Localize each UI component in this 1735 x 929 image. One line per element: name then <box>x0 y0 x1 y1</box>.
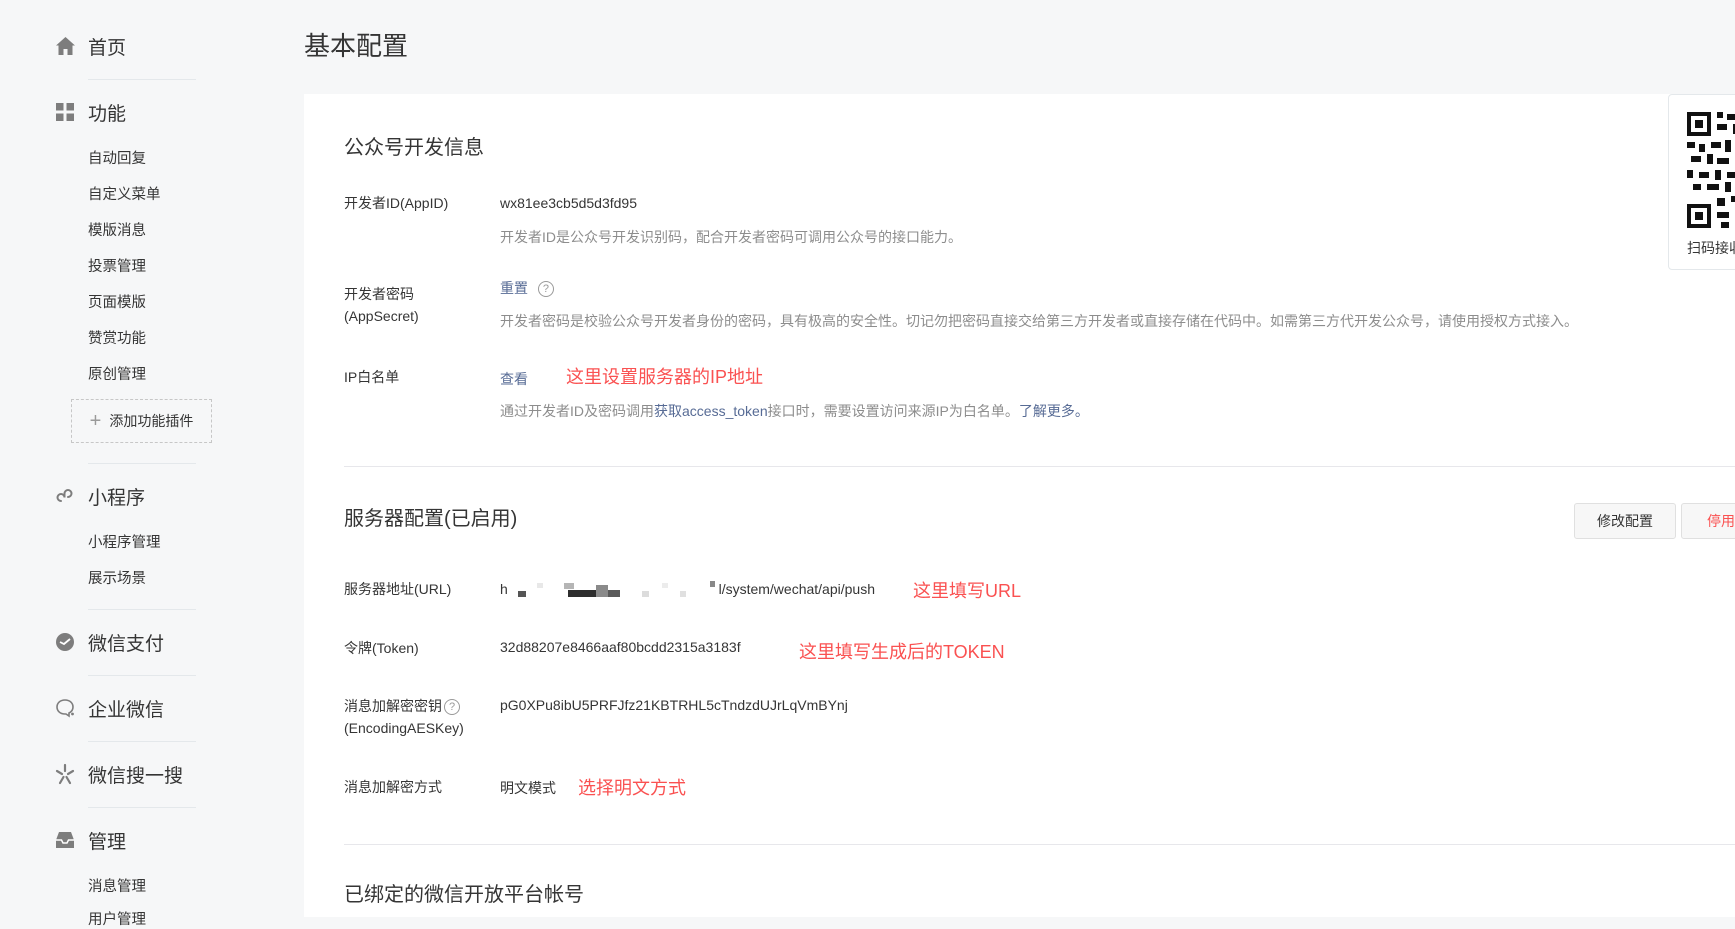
appid-label: 开发者ID(AppID) <box>344 195 449 211</box>
aes-key-label-line1: 消息加解密密钥? <box>344 695 464 717</box>
add-plugin-label: 添加功能插件 <box>109 413 194 429</box>
secret-label: 开发者密码 (AppSecret) <box>344 283 419 327</box>
help-icon[interactable]: ? <box>444 699 460 716</box>
sidebar-item-features[interactable]: 功能 <box>54 99 126 125</box>
sidebar-item-custom-menu[interactable]: 自定义菜单 <box>88 183 161 204</box>
ip-desc-middle: 接口时，需要设置访问来源IP为白名单。 <box>767 403 1019 419</box>
qr-caption: 扫码接收 <box>1687 240 1735 256</box>
url-note: 这里填写URL <box>913 581 1022 601</box>
help-icon[interactable]: ? <box>537 281 554 298</box>
section-title-server-config: 服务器配置(已启用) <box>344 508 518 530</box>
encrypt-mode-value: 明文模式 <box>500 780 556 796</box>
sidebar-item-original-manage[interactable]: 原创管理 <box>88 363 146 384</box>
section-title-open-platform: 已绑定的微信开放平台帐号 <box>344 884 584 906</box>
divider <box>88 675 196 676</box>
sidebar-item-message-manage[interactable]: 消息管理 <box>88 875 146 896</box>
url-redaction-mosaic <box>512 580 715 601</box>
divider <box>88 807 196 808</box>
server-url-label: 服务器地址(URL) <box>344 581 452 597</box>
token-note: 这里填写生成后的TOKEN <box>799 642 1005 662</box>
search-spark-icon <box>54 763 76 785</box>
sidebar-item-auto-reply[interactable]: 自动回复 <box>88 147 146 168</box>
aes-key-label-text: 消息加解密密钥 <box>344 698 442 714</box>
token-label: 令牌(Token) <box>344 640 419 656</box>
sidebar-item-search[interactable]: 微信搜一搜 <box>54 761 183 787</box>
appid-value: wx81ee3cb5d5d3fd95 <box>500 195 638 211</box>
section-title-dev-info: 公众号开发信息 <box>344 137 484 159</box>
qr-code-panel: 扫码接收 <box>1668 94 1735 270</box>
aes-key-value: pG0XPu8ibU5PRFJfz21KBTRHL5cTndzdUJrLqVmB… <box>500 697 848 713</box>
sidebar-item-label: 企业微信 <box>88 699 165 721</box>
home-icon <box>54 35 76 57</box>
divider <box>88 741 196 742</box>
learn-more-link[interactable]: 了解更多。 <box>1019 403 1089 419</box>
chat-icon <box>54 697 76 719</box>
ip-whitelist-label: IP白名单 <box>344 369 400 385</box>
secret-desc: 开发者密码是校验公众号开发者身份的密码，具有极高的安全性。切记勿把密码直接交给第… <box>500 313 1578 329</box>
divider <box>88 609 196 610</box>
secret-label-line2: (AppSecret) <box>344 308 419 324</box>
sidebar-item-label: 功能 <box>88 103 127 125</box>
encrypt-mode-note: 选择明文方式 <box>578 778 686 798</box>
page-title: 基本配置 <box>304 31 409 61</box>
divider <box>88 463 196 464</box>
sidebar-item-label: 管理 <box>88 831 127 853</box>
sidebar-item-page-template[interactable]: 页面模版 <box>88 291 146 312</box>
server-url-value: h l/system/wechat/api/push <box>500 580 875 601</box>
divider <box>88 79 196 80</box>
server-url-suffix: l/system/wechat/api/push <box>718 581 875 598</box>
ip-desc-prefix: 通过开发者ID及密码调用 <box>500 403 654 419</box>
access-token-link[interactable]: 获取access_token <box>654 403 768 419</box>
aes-key-label: 消息加解密密钥? (EncodingAESKey) <box>344 695 464 739</box>
view-ip-whitelist-link[interactable]: 查看 <box>500 369 528 389</box>
divider <box>344 844 1735 845</box>
sidebar-item-reward[interactable]: 赞赏功能 <box>88 327 146 348</box>
ip-note: 这里设置服务器的IP地址 <box>566 367 764 387</box>
server-url-prefix: h <box>500 581 508 598</box>
appid-desc: 开发者ID是公众号开发识别码，配合开发者密码可调用公众号的接口能力。 <box>500 229 962 245</box>
sidebar-item-user-manage[interactable]: 用户管理 <box>88 908 146 929</box>
token-value: 32d88207e8466aaf80bcdd2315a3183f <box>500 639 741 655</box>
secret-actions: 重置 ? <box>500 278 554 298</box>
sidebar-item-vote-manage[interactable]: 投票管理 <box>88 255 146 276</box>
sidebar-item-home[interactable]: 首页 <box>54 33 126 59</box>
sidebar-item-label: 小程序 <box>88 487 146 509</box>
sidebar-item-label: 微信支付 <box>88 633 165 655</box>
sidebar: 首页 功能 自动回复 自定义菜单 模版消息 投票管理 页面模版 赞赏功能 原创管… <box>0 0 304 928</box>
grid-icon <box>54 101 76 123</box>
plus-icon: + <box>89 410 102 432</box>
sidebar-item-display-scene[interactable]: 展示场景 <box>88 567 146 588</box>
modify-config-button[interactable]: 修改配置 <box>1574 503 1676 539</box>
link-icon <box>54 485 76 507</box>
aes-key-label-line2: (EncodingAESKey) <box>344 720 464 736</box>
ip-whitelist-desc: 通过开发者ID及密码调用获取access_token接口时，需要设置访问来源IP… <box>500 401 1089 421</box>
divider <box>344 466 1735 467</box>
sidebar-item-wechat-pay[interactable]: 微信支付 <box>54 629 164 655</box>
pay-icon <box>54 631 76 653</box>
inbox-icon <box>54 829 76 851</box>
secret-label-line1: 开发者密码 <box>344 286 414 302</box>
sidebar-item-label: 微信搜一搜 <box>88 765 184 787</box>
sidebar-item-template-message[interactable]: 模版消息 <box>88 219 146 240</box>
disable-button[interactable]: 停用 <box>1681 503 1735 539</box>
sidebar-item-label: 首页 <box>88 37 127 59</box>
qr-code-image <box>1687 112 1735 233</box>
encrypt-mode-label: 消息加解密方式 <box>344 779 442 795</box>
sidebar-item-wecom[interactable]: 企业微信 <box>54 695 164 721</box>
reset-secret-link[interactable]: 重置 <box>500 280 528 296</box>
sidebar-item-manage[interactable]: 管理 <box>54 827 126 853</box>
add-plugin-button[interactable]: + 添加功能插件 <box>71 399 212 443</box>
sidebar-item-miniprogram-manage[interactable]: 小程序管理 <box>88 531 161 552</box>
sidebar-item-miniprogram[interactable]: 小程序 <box>54 483 145 509</box>
